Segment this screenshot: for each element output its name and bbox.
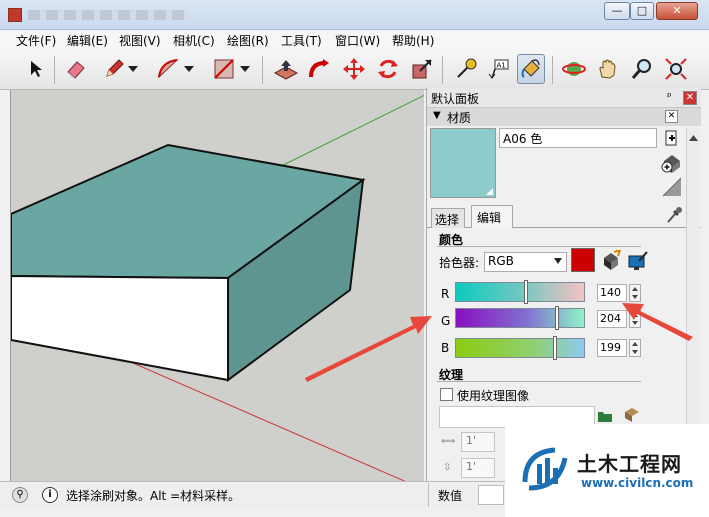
watermark-url: www.civilcn.com xyxy=(581,476,694,490)
annotation-arrow-right xyxy=(622,303,693,341)
annotation-arrow-left xyxy=(305,316,432,382)
info-icon[interactable]: i xyxy=(42,487,58,503)
watermark: 土木工程网 www.civilcn.com xyxy=(505,424,709,517)
watermark-brand: 土木工程网 xyxy=(577,452,682,476)
status-message: 选择涂刷对象。Alt =材料采样。 xyxy=(66,489,241,503)
watermark-logo-icon xyxy=(522,447,568,491)
measurements-label: 数值 xyxy=(438,489,463,503)
measurements-input[interactable] xyxy=(478,485,504,505)
geo-location-icon[interactable]: ⚲ xyxy=(12,487,28,503)
